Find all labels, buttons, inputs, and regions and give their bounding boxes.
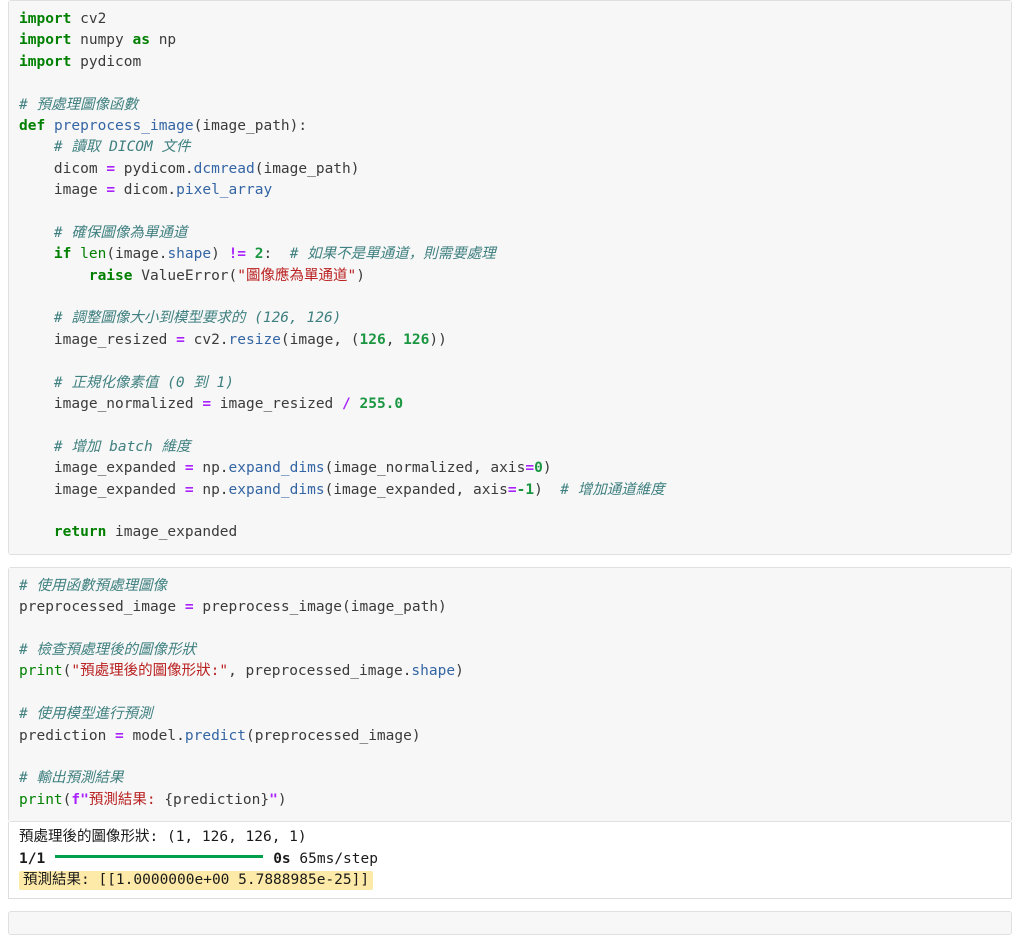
code-line: image = dicom.pixel_array <box>19 182 273 199</box>
code-editor-2[interactable]: # 使用函數預處理圖像 preprocessed_image = preproc… <box>9 567 1011 822</box>
code-line: dicom = pydicom.dcmread(image_path) <box>19 160 360 177</box>
code-line: print("預處理後的圖像形狀:", preprocessed_image.s… <box>19 663 464 680</box>
code-line: # 確保圖像為單通道 <box>53 224 188 241</box>
code-line: image_expanded = np.expand_dims(image_no… <box>19 460 552 477</box>
code-line: # 調整圖像大小到模型要求的 (126, 126) <box>53 310 342 327</box>
progress-rate: 65ms/step <box>299 850 378 867</box>
code-line: # 檢查預處理後的圖像形狀 <box>19 641 196 658</box>
output-progress-line: 1/1 0s 65ms/step <box>9 849 1011 871</box>
code-cell-1[interactable]: import cv2 import numpy as np import pyd… <box>8 0 1012 555</box>
code-line: import cv2 <box>19 11 107 27</box>
progress-time: 0s <box>273 850 291 867</box>
code-line: # 使用模型進行預測 <box>19 706 153 723</box>
code-line: # 增加 batch 維度 <box>53 438 191 455</box>
code-line: raise ValueError("圖像應為單通道") <box>88 267 365 284</box>
code-line: image_expanded = np.expand_dims(image_ex… <box>19 481 665 498</box>
code-line: # 使用函數預處理圖像 <box>19 577 167 594</box>
code-line: prediction = model.predict(preprocessed_… <box>19 727 421 744</box>
code-line: image_normalized = image_resized / 255.0 <box>19 396 404 413</box>
code-cell-3[interactable] <box>8 910 1012 935</box>
output-result-line: 預測結果: [[1.0000000e+00 5.7888985e-25]] <box>9 870 1011 892</box>
code-cell-2[interactable]: # 使用函數預處理圖像 preprocessed_image = preproc… <box>8 566 1012 823</box>
code-line: import pydicom <box>19 53 142 70</box>
code-line: # 正規化像素值 (0 到 1) <box>53 374 234 391</box>
code-line: return image_expanded <box>53 524 238 541</box>
code-line: print(f"預測結果: {prediction}") <box>19 791 287 808</box>
result-highlight: 預測結果: [[1.0000000e+00 5.7888985e-25]] <box>19 871 374 891</box>
progress-steps: 1/1 <box>19 850 46 867</box>
code-line: def preprocess_image(image_path): <box>19 117 308 134</box>
code-line: if len(image.shape) != 2: # 如果不是單通道，則需要處… <box>53 246 496 263</box>
code-editor-1[interactable]: import cv2 import numpy as np import pyd… <box>9 1 1011 554</box>
progress-bar <box>55 855 264 859</box>
code-line: # 讀取 DICOM 文件 <box>53 139 191 156</box>
cell-output-2: 預處理後的圖像形狀: (1, 126, 126, 1) 1/1 0s 65ms/s… <box>8 822 1012 899</box>
code-line: import numpy as np <box>19 32 177 49</box>
notebook-container: import cv2 import numpy as np import pyd… <box>0 0 1024 937</box>
code-line: # 輸出預測結果 <box>19 770 124 787</box>
code-line: preprocessed_image = preprocess_image(im… <box>19 599 447 616</box>
output-shape-line: 預處理後的圖像形狀: (1, 126, 126, 1) <box>19 829 307 846</box>
code-line: image_resized = cv2.resize(image, (126, … <box>19 331 447 348</box>
code-line: # 預處理圖像函數 <box>19 96 138 113</box>
